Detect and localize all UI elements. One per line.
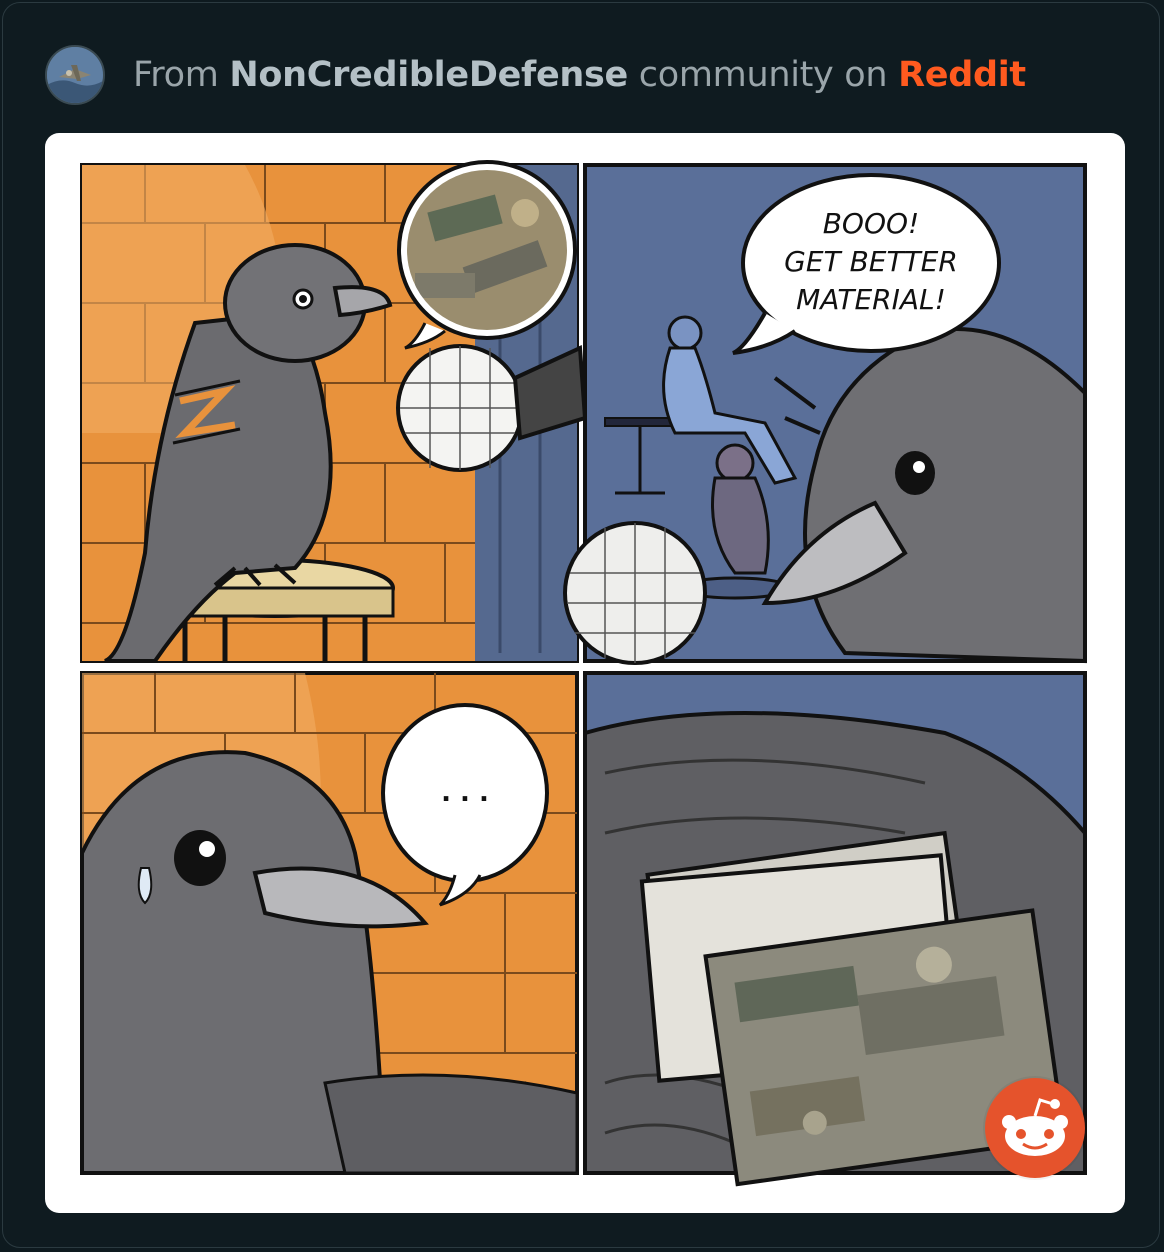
panel2-speech-line3: MATERIAL!: [796, 283, 946, 316]
source-attribution: From NonCredibleDefense community on Red…: [133, 55, 1026, 95]
reddit-logo-icon[interactable]: [985, 1078, 1085, 1178]
post-header: From NonCredibleDefense community on Red…: [45, 45, 1026, 105]
post-media[interactable]: BOOO! GET BETTER MATERIAL! . . .: [45, 133, 1125, 1213]
community-name-link[interactable]: NonCredibleDefense: [229, 55, 628, 95]
community-avatar-icon[interactable]: [45, 45, 105, 105]
source-middle: community on: [638, 55, 888, 95]
panel2-speech-line1: BOOO!: [823, 207, 920, 240]
platform-name-link[interactable]: Reddit: [898, 55, 1026, 95]
panel2-speech-line2: GET BETTER: [784, 245, 958, 278]
panel-3: . . .: [80, 671, 579, 1175]
post-card: From NonCredibleDefense community on Red…: [2, 2, 1160, 1248]
source-prefix: From: [133, 55, 219, 95]
comic-image: BOOO! GET BETTER MATERIAL! . . .: [80, 160, 1087, 1187]
panel3-speech: . . .: [441, 778, 489, 808]
panel-2: BOOO! GET BETTER MATERIAL!: [563, 163, 1087, 665]
panel-1: [80, 160, 588, 663]
